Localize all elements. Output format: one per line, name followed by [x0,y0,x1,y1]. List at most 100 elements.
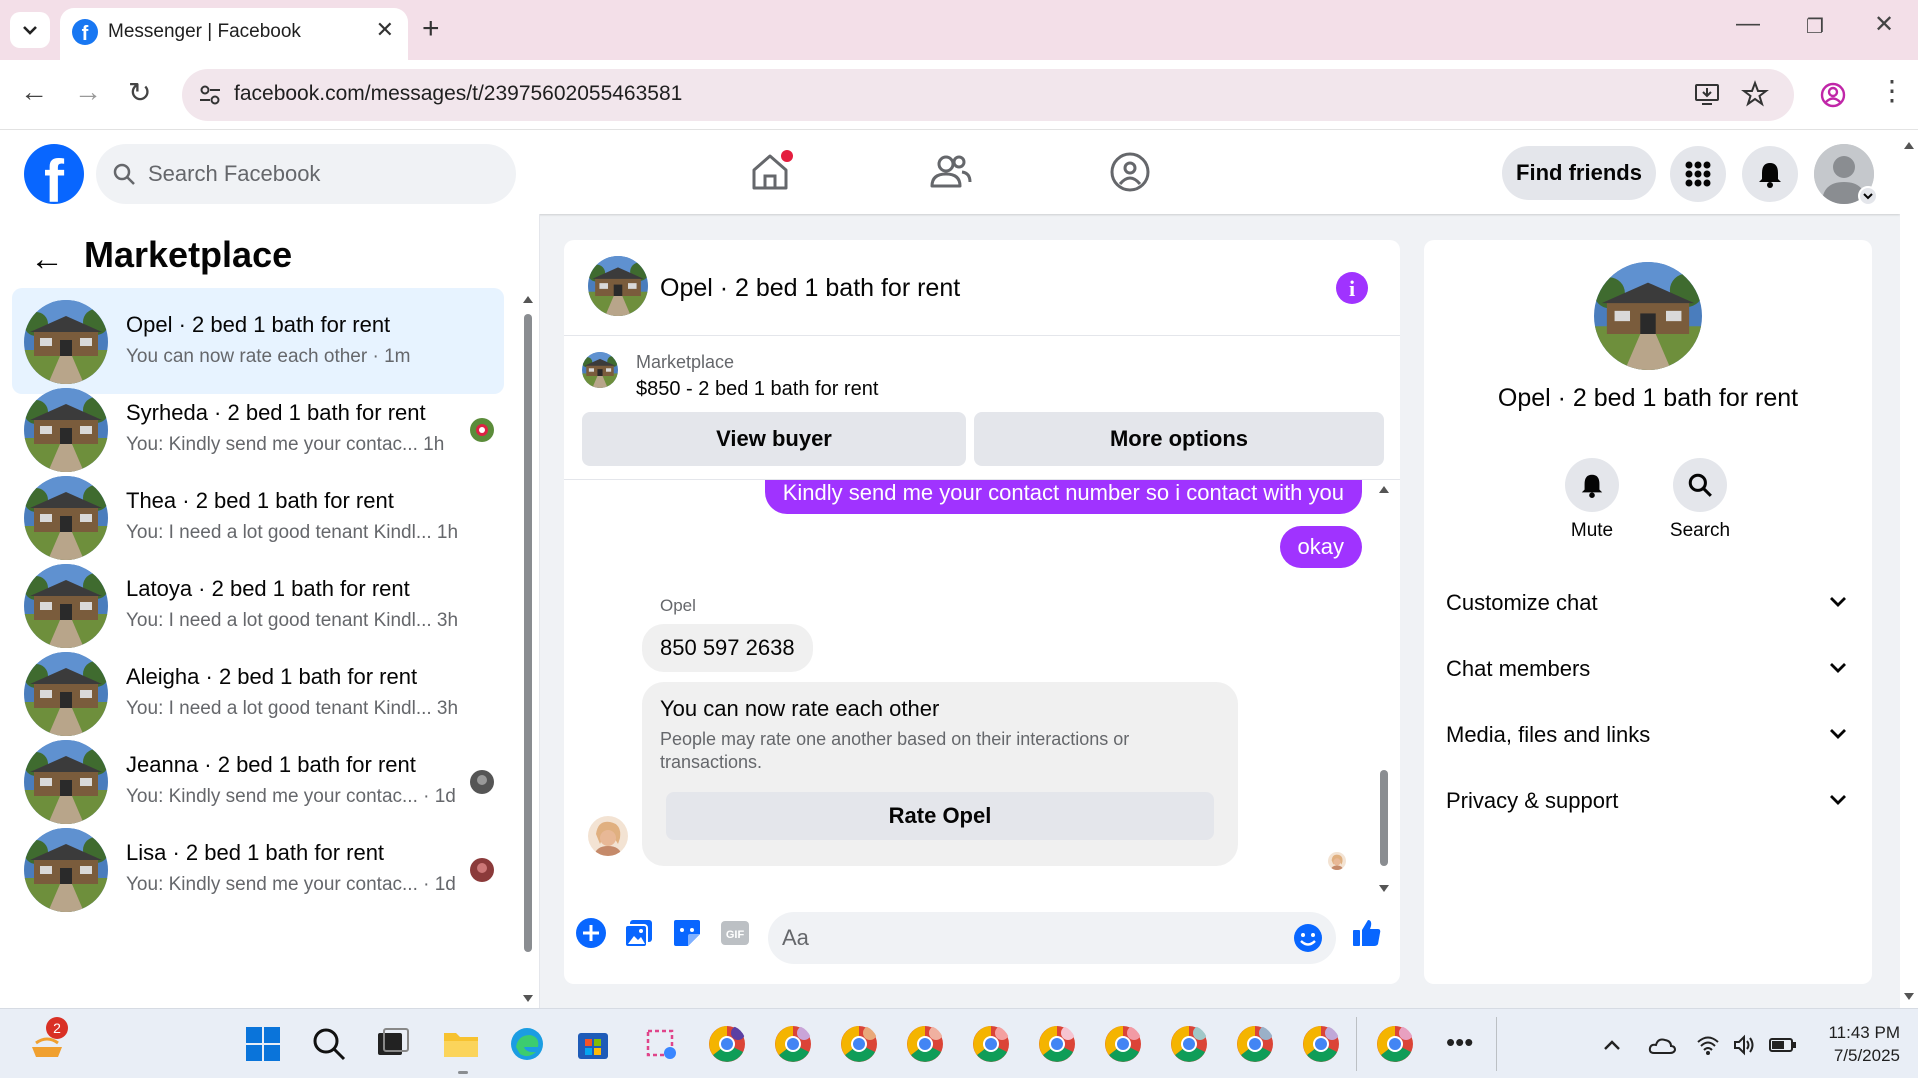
media-files-links-row[interactable]: Media, files and links [1446,704,1850,764]
gif-icon[interactable]: GIF [718,916,752,950]
chat-thumbnail[interactable] [588,256,648,316]
listing-thumbnail[interactable] [582,352,618,388]
account-chevron-icon[interactable] [1858,186,1878,206]
more-options-button[interactable]: More options [974,412,1384,466]
find-friends-button[interactable]: Find friends [1502,146,1656,200]
clock[interactable]: 11:43 PM 7/5/2025 [1800,1021,1900,1067]
close-window-icon[interactable]: ✕ [1874,10,1894,39]
scroll-up-icon[interactable] [1378,484,1390,494]
search-input[interactable] [148,144,498,204]
thumbs-up-icon[interactable] [1350,916,1384,950]
photo-icon[interactable] [622,916,656,950]
chat-title[interactable]: Opel · 2 bed 1 bath for rent [660,274,960,303]
chrome-icon[interactable] [1236,1025,1274,1063]
url-bar[interactable]: facebook.com/messages/t/2397560205546358… [182,69,1794,121]
chat-scrollbar[interactable] [1376,480,1392,898]
sticker-icon[interactable] [670,916,704,950]
chrome-icon[interactable] [1104,1025,1142,1063]
outgoing-message[interactable]: okay [1279,526,1362,568]
widgets-button[interactable]: 2 [28,1017,68,1063]
back-icon[interactable]: ← [20,76,48,108]
message-input-wrap[interactable] [768,912,1336,964]
bookmark-star-icon[interactable] [1740,79,1770,109]
chrome-icon[interactable] [708,1025,746,1063]
reload-icon[interactable]: ↻ [128,76,151,109]
wifi-icon[interactable] [1696,1033,1720,1057]
notifications-button[interactable] [1742,146,1798,202]
sidebar-scroll-thumb[interactable] [524,314,532,952]
conversation-item[interactable]: Lisa · 2 bed 1 bath for rent You: Kindly… [12,816,504,922]
close-tab-icon[interactable]: ✕ [376,17,394,43]
chrome-icon[interactable] [972,1025,1010,1063]
chrome-icon[interactable] [1170,1025,1208,1063]
tab-search-button[interactable] [10,12,50,48]
plus-circle-icon[interactable] [574,916,608,950]
rate-card-title: You can now rate each other [660,696,940,721]
page-scrollbar[interactable] [1900,130,1918,1008]
file-explorer-icon[interactable] [442,1025,480,1063]
chevron-up-icon[interactable] [1600,1033,1624,1057]
scroll-up-icon[interactable] [522,294,534,304]
install-app-icon[interactable] [1692,79,1722,109]
restore-icon[interactable]: ❐ [1806,14,1824,39]
search-action[interactable]: Search [1655,458,1745,542]
friends-icon[interactable] [926,148,974,196]
more-apps-icon[interactable]: ••• [1446,1027,1473,1058]
conversation-title: Latoya · 2 bed 1 bath for rent [126,576,410,601]
message-input[interactable] [782,912,1262,964]
profile-icon[interactable] [1818,80,1848,110]
home-icon[interactable] [746,148,794,196]
chrome-icon[interactable] [1038,1025,1076,1063]
customize-chat-row[interactable]: Customize chat [1446,572,1850,632]
rate-button[interactable]: Rate Opel [666,792,1214,840]
chat-members-row[interactable]: Chat members [1446,638,1850,698]
store-icon[interactable] [574,1025,612,1063]
taskbar-divider [1496,1017,1497,1071]
chat-scroll-thumb[interactable] [1380,770,1388,866]
facebook-search[interactable] [96,144,516,204]
sender-avatar[interactable] [588,816,628,856]
marketplace-sidebar: ← Marketplace Opel · 2 bed 1 bath for re… [0,214,540,1008]
emoji-icon[interactable] [1292,922,1324,954]
conversation-preview: You: I need a lot good tenant Kindl... 1… [126,522,459,543]
conversation-photo[interactable] [1594,262,1702,370]
search-icon[interactable] [310,1025,348,1063]
scroll-up-icon[interactable] [1903,140,1915,150]
volume-icon[interactable] [1732,1033,1756,1057]
new-tab-button[interactable]: + [422,12,440,46]
scroll-down-icon[interactable] [1903,992,1915,1002]
url-text[interactable]: facebook.com/messages/t/2397560205546358… [234,82,682,106]
menu-button[interactable] [1670,146,1726,202]
scroll-down-icon[interactable] [522,994,534,1004]
task-view-icon[interactable] [374,1025,412,1063]
outgoing-message[interactable]: Kindly send me your contact number so i … [764,480,1362,514]
kebab-menu-icon[interactable]: ⋮ [1878,74,1906,107]
info-icon[interactable]: i [1336,272,1368,304]
minimize-icon[interactable]: — [1736,10,1760,38]
back-arrow-icon[interactable]: ← [30,240,64,279]
snipping-tool-icon[interactable] [642,1025,680,1063]
battery-icon[interactable] [1768,1033,1798,1057]
view-buyer-button[interactable]: View buyer [582,412,966,466]
scroll-down-icon[interactable] [1378,884,1390,894]
incoming-message[interactable]: 850 597 2638 [642,624,813,672]
chrome-icon[interactable] [906,1025,944,1063]
browser-tab[interactable]: f Messenger | Facebook ✕ [60,8,408,60]
edge-icon[interactable] [508,1025,546,1063]
privacy-support-row[interactable]: Privacy & support [1446,770,1850,830]
rate-card-description: People may rate one another based on the… [660,729,1130,772]
mute-action[interactable]: Mute [1547,458,1637,542]
chrome-icon[interactable] [774,1025,812,1063]
listing-price[interactable]: $850 - 2 bed 1 bath for rent [636,378,878,401]
onedrive-icon[interactable] [1648,1033,1676,1057]
forward-icon[interactable]: → [74,76,102,108]
conversation-name: Opel · 2 bed 1 bath for rent [1497,384,1799,412]
chrome-icon[interactable] [1302,1025,1340,1063]
facebook-logo-icon[interactable]: f [24,144,84,204]
sidebar-scrollbar[interactable] [520,294,536,1004]
windows-start-icon[interactable] [244,1025,282,1063]
groups-icon[interactable] [1106,148,1154,196]
chrome-icon[interactable] [1376,1025,1414,1063]
chrome-icon[interactable] [840,1025,878,1063]
site-settings-icon[interactable] [196,81,224,109]
